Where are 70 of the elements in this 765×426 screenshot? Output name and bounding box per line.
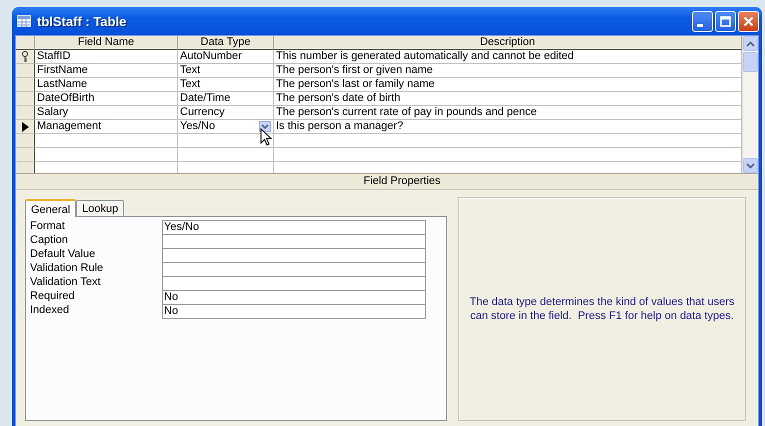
row-selector[interactable] (16, 64, 35, 78)
property-label: Validation Rule (30, 262, 104, 276)
property-label: Indexed (30, 304, 70, 318)
tab[interactable]: Lookup (76, 200, 124, 216)
property-label: Format (30, 220, 66, 234)
row-selector[interactable] (16, 162, 35, 173)
column-header: Field Name (35, 36, 178, 50)
property-field[interactable] (162, 262, 426, 277)
description-cell[interactable]: The person's first or given name (274, 64, 742, 78)
description-cell[interactable]: Is this person a manager? (274, 120, 742, 134)
field-name-cell[interactable]: FirstName (35, 64, 178, 78)
caret-up-icon (746, 40, 755, 46)
current-row-icon (22, 122, 28, 132)
data-type-cell[interactable]: Text (178, 78, 274, 92)
row-selector[interactable] (16, 92, 35, 106)
row-selector[interactable] (16, 120, 35, 134)
help-text: The data type determines the kind of values that users can store in the field. Press F1 for help on data types. (468, 295, 736, 323)
tab[interactable]: General (25, 199, 76, 217)
close-icon (743, 16, 754, 26)
row-selector[interactable] (16, 50, 35, 64)
caret-icon (261, 124, 269, 129)
field-name-cell[interactable]: StaffID (35, 50, 178, 64)
row-selector[interactable] (16, 134, 35, 148)
field-name-cell[interactable]: Salary (35, 106, 178, 120)
field-name-cell[interactable]: DateOfBirth (35, 92, 178, 106)
cursor-icon (260, 128, 272, 146)
column-header: Description (274, 36, 742, 50)
description-cell[interactable]: The person's date of birth (274, 92, 742, 106)
window-title: tblStaff : Table (36, 14, 128, 28)
description-cell[interactable]: The person's current rate of pay in pounds and pence (274, 106, 742, 120)
maximize-button[interactable] (715, 10, 736, 32)
field-name-cell[interactable]: LastName (35, 78, 178, 92)
description-cell[interactable]: This number is generated automatically and cannot be edited (274, 50, 742, 64)
scroll-thumb[interactable] (743, 52, 758, 72)
maximize-icon (720, 16, 731, 26)
dropdown-button[interactable] (259, 121, 271, 132)
description-cell[interactable]: The person's last or family name (274, 78, 742, 92)
scroll-down-button[interactable] (743, 158, 758, 173)
empty-cell[interactable] (178, 148, 274, 162)
property-label: Required (30, 290, 76, 304)
minimize-button[interactable] (692, 10, 713, 32)
section-title: Field Properties (16, 174, 758, 190)
scrollbar[interactable] (742, 36, 758, 173)
scroll-up-button[interactable] (743, 36, 758, 51)
data-type-cell[interactable]: Text (178, 64, 274, 78)
close-button[interactable] (738, 10, 759, 32)
property-field[interactable]: Yes/No (162, 220, 426, 235)
key-icon (21, 50, 29, 62)
data-type-cell[interactable]: Date/Time (178, 92, 274, 106)
property-field[interactable] (162, 276, 426, 291)
data-type-cell[interactable]: Currency (178, 106, 274, 120)
property-label: Default Value (30, 248, 96, 262)
empty-cell[interactable] (274, 148, 742, 162)
property-field[interactable]: No (162, 290, 426, 305)
property-label: Caption (30, 234, 69, 248)
column-header: Data Type (178, 36, 274, 50)
minimize-icon (697, 24, 703, 26)
data-type-cell[interactable]: Yes/No (178, 120, 274, 134)
property-field[interactable] (162, 248, 426, 263)
property-label: Validation Text (30, 276, 102, 290)
property-field[interactable]: No (162, 304, 426, 319)
field-name-cell[interactable]: Management (35, 120, 178, 134)
row-selector[interactable] (16, 106, 35, 120)
row-selector[interactable] (16, 148, 35, 162)
table-icon (17, 15, 31, 27)
row-selector[interactable] (16, 78, 35, 92)
data-type-cell[interactable]: AutoNumber (178, 50, 274, 64)
empty-cell[interactable] (274, 134, 742, 148)
property-field[interactable] (162, 234, 426, 249)
caret-down-icon (746, 162, 755, 168)
